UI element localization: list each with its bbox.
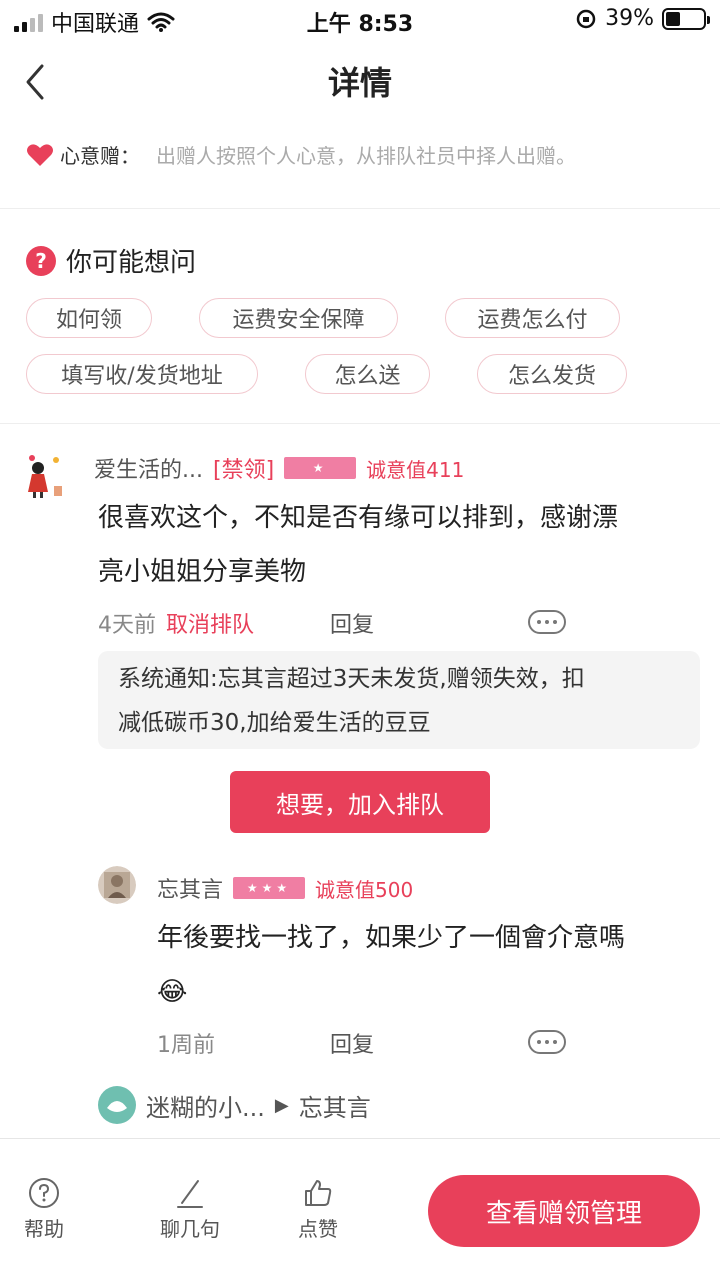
comment-time: 1周前 <box>157 1033 215 1058</box>
notice-line: 系统通知:忘其言超过3天未发货,赠领失效，扣 <box>118 666 585 692</box>
bottom-bar: 帮助 聊几句 点赞 查看赠领管理 <box>0 1138 720 1280</box>
sincerity-value: 诚意值411 <box>366 457 465 482</box>
arrow-right-icon: ▶ <box>274 1094 289 1116</box>
battery-icon <box>662 7 710 30</box>
reply-button[interactable]: 回复 <box>330 1027 374 1059</box>
comment-header: 爱生活的... [禁领] ★ 诚意值411 <box>94 452 464 484</box>
user-avatar[interactable] <box>98 1086 136 1124</box>
faq-chip[interactable]: 运费怎么付 <box>445 298 620 338</box>
help-label: 帮助 <box>24 1217 64 1241</box>
star-badge: ★★★ <box>233 877 306 899</box>
commenter-name[interactable]: 爱生活的... <box>94 452 203 484</box>
heart-icon <box>27 143 53 166</box>
view-gift-management-button[interactable]: 查看赠领管理 <box>428 1175 700 1247</box>
faq-chip[interactable]: 填写收/发货地址 <box>26 354 258 394</box>
status-right: 39% <box>575 6 710 31</box>
faq-chip[interactable]: 怎么送 <box>305 354 430 394</box>
divider <box>0 423 720 424</box>
orientation-lock-icon <box>576 9 596 28</box>
comment-line: 很喜欢这个，不知是否有缘可以排到，感谢漂 <box>98 503 619 533</box>
notice-line: 减低碳币30,加给爱生活的豆豆 <box>118 710 431 736</box>
faq-heading: ? 你可能想问 <box>26 242 196 279</box>
comment-line: 亮小姐姐分享美物 <box>98 557 307 587</box>
faq-chip[interactable]: 如何领 <box>26 298 152 338</box>
faq-title: 你可能想问 <box>66 248 197 278</box>
gift-type-label: 心意赠： <box>60 144 140 168</box>
banned-tag: [禁领] <box>212 458 275 483</box>
like-label: 点赞 <box>298 1217 338 1241</box>
user-avatar[interactable] <box>24 452 68 502</box>
comment-meta: 4天前 取消排队 <box>98 607 254 639</box>
pen-icon <box>177 1180 203 1208</box>
more-icon[interactable] <box>528 610 566 634</box>
nav-bar: 详情 <box>0 42 720 122</box>
question-icon: ? <box>26 245 56 276</box>
cancel-queue-button[interactable]: 取消排队 <box>166 613 254 638</box>
sincerity-value: 诚意值500 <box>315 877 414 902</box>
comment-text: 年後要找一找了，如果少了一個會介意嗎 😂 <box>157 911 625 1019</box>
user-avatar[interactable] <box>98 866 136 904</box>
system-notice: 系统通知:忘其言超过3天未发货,赠领失效，扣 减低碳币30,加给爱生活的豆豆 <box>98 651 700 749</box>
battery-percent: 39% <box>605 6 654 31</box>
chat-tab[interactable]: 聊几句 <box>160 1177 220 1242</box>
comment-line: 年後要找一找了，如果少了一個會介意嗎 <box>157 923 626 953</box>
reply-from: 迷糊的小... <box>146 1093 265 1122</box>
join-queue-button[interactable]: 想要，加入排队 <box>230 771 490 833</box>
faq-chip[interactable]: 运费安全保障 <box>199 298 398 338</box>
more-icon[interactable] <box>528 1030 566 1054</box>
star-badge: ★ <box>284 457 357 479</box>
faq-chip[interactable]: 怎么发货 <box>477 354 627 394</box>
divider <box>0 208 720 209</box>
reply-to: 忘其言 <box>298 1093 371 1122</box>
reply-button[interactable]: 回复 <box>330 607 374 639</box>
like-tab[interactable]: 点赞 <box>298 1177 338 1242</box>
comment-time: 4天前 <box>98 613 156 638</box>
comment-text: 很喜欢这个，不知是否有缘可以排到，感谢漂 亮小姐姐分享美物 <box>98 491 618 599</box>
gift-type-desc: 出赠人按照个人心意，从排队社员中择人出赠。 <box>156 144 576 168</box>
help-icon <box>29 1178 59 1208</box>
page-title: 详情 <box>327 64 392 102</box>
comment-header: 忘其言 ★★★ 诚意值500 <box>157 872 413 904</box>
emoji-laugh-icon: 😂 <box>157 977 188 1007</box>
status-bar: 中国联通 上午 8:53 39% <box>0 0 720 40</box>
chat-label: 聊几句 <box>160 1217 220 1241</box>
gift-type-intro: 心意赠： 出赠人按照个人心意，从排队社员中择人出赠。 <box>26 140 576 169</box>
reply-thread[interactable]: 迷糊的小... ▶ 忘其言 <box>98 1086 371 1124</box>
help-tab[interactable]: 帮助 <box>24 1177 64 1242</box>
thumbs-up-icon <box>305 1180 332 1206</box>
commenter-name[interactable]: 忘其言 <box>157 872 223 904</box>
